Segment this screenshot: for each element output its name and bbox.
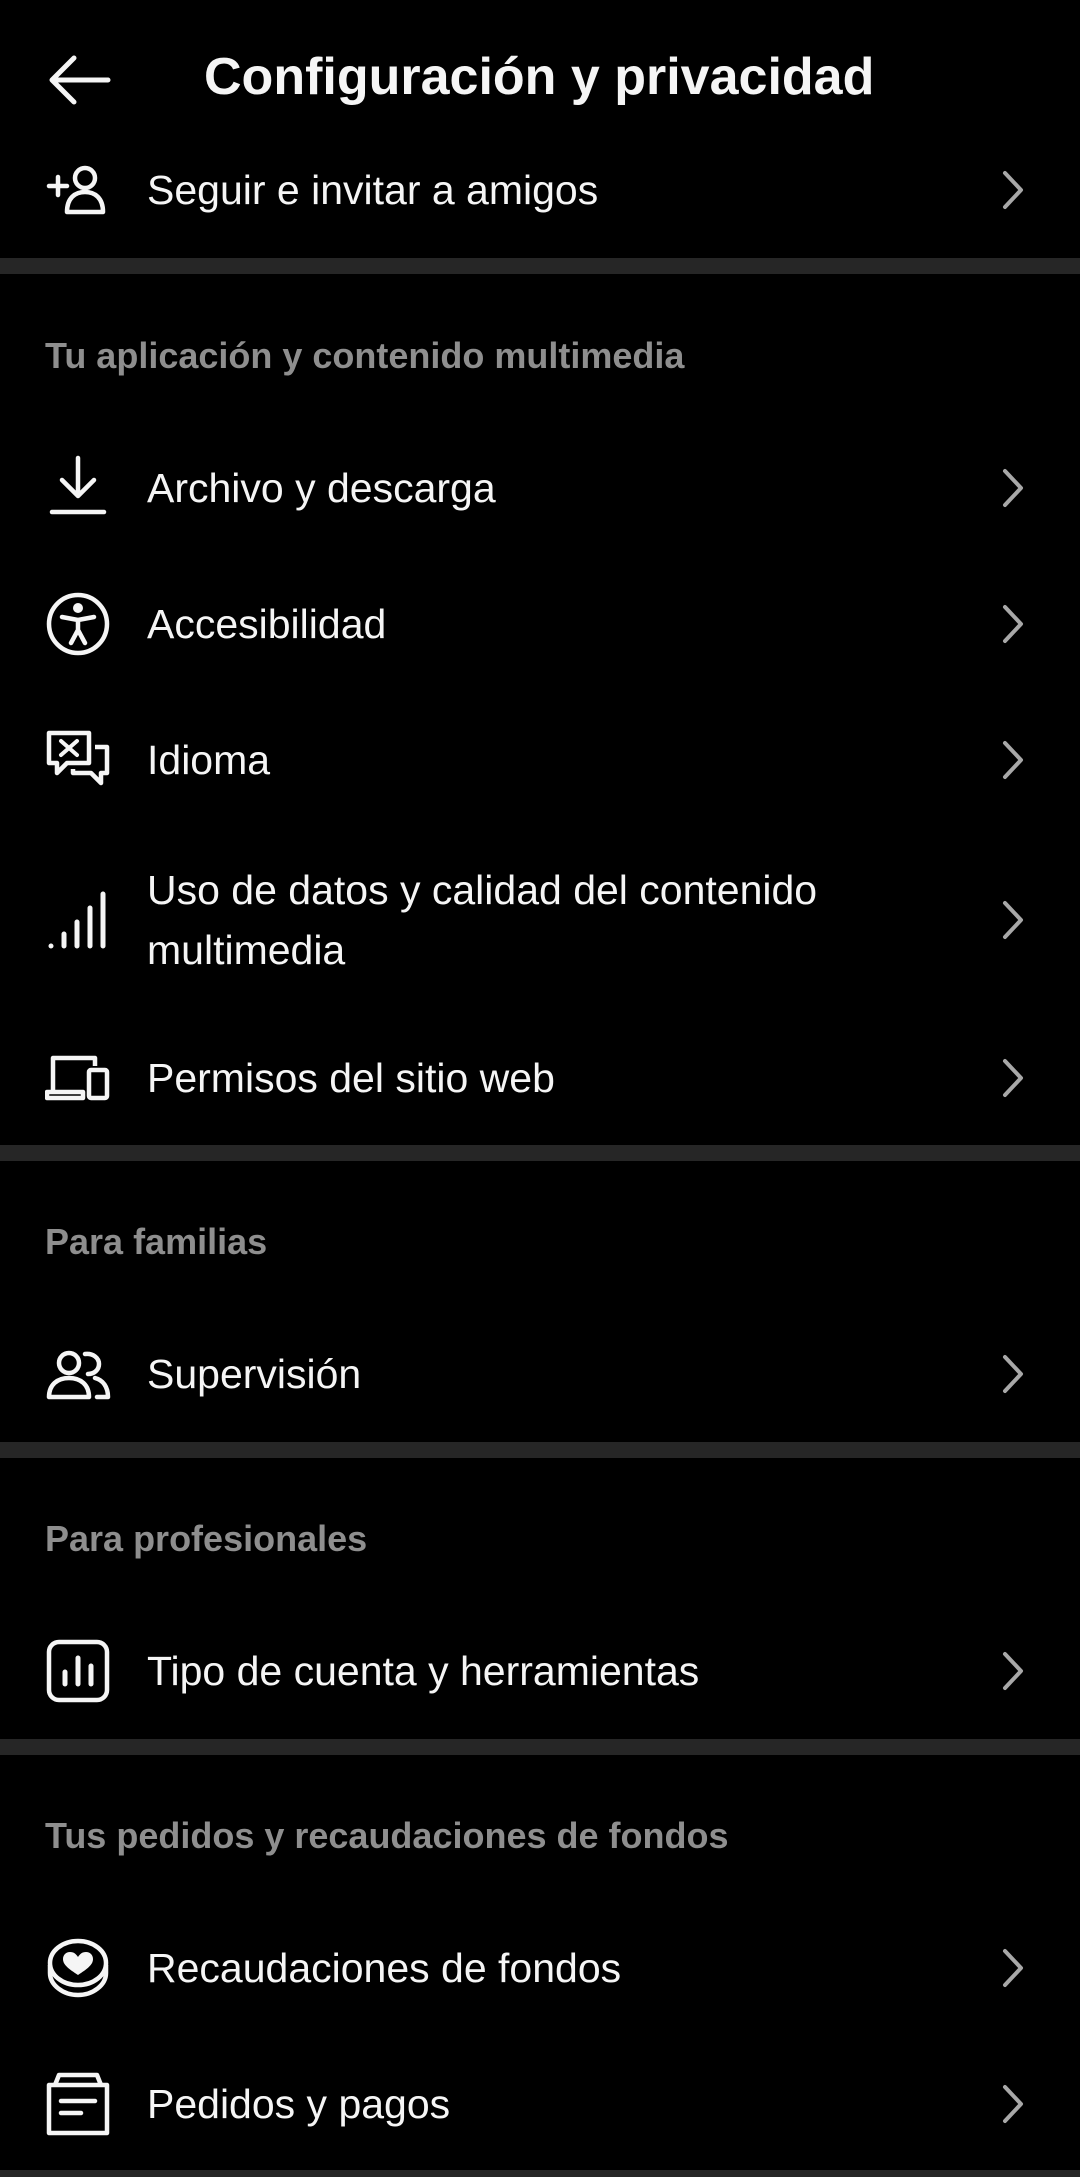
devices-icon bbox=[44, 1044, 112, 1112]
menu-item-label: Idioma bbox=[147, 737, 271, 783]
section-header: Para profesionales bbox=[45, 1518, 368, 1559]
menu-item-label: Tipo de cuenta y herramientas bbox=[147, 1648, 700, 1694]
menu-item-language[interactable]: Idioma bbox=[0, 728, 1080, 792]
page-title: Configuración y privacidad bbox=[204, 48, 875, 106]
menu-item-accessibility[interactable]: Accesibilidad bbox=[0, 592, 1080, 656]
top-bar: Configuración y privacidad bbox=[0, 0, 1080, 150]
menu-item-account-type-tools[interactable]: Tipo de cuenta y herramientas bbox=[0, 1639, 1080, 1703]
section-header: Para familias bbox=[45, 1221, 268, 1262]
section-divider bbox=[0, 258, 1080, 274]
bar-chart-icon bbox=[44, 1637, 112, 1705]
accessibility-icon bbox=[44, 590, 112, 658]
menu-item-orders-payments[interactable]: Pedidos y pagos bbox=[0, 2072, 1080, 2136]
menu-item-follow-invite[interactable]: Seguir e invitar a amigos bbox=[0, 158, 1080, 222]
signal-bars-icon bbox=[44, 886, 112, 954]
back-button[interactable] bbox=[30, 36, 126, 124]
menu-item-archive-download[interactable]: Archivo y descarga bbox=[0, 455, 1080, 520]
people-icon bbox=[44, 1340, 112, 1408]
menu-item-label: Supervisión bbox=[147, 1351, 362, 1397]
chevron-right-icon bbox=[996, 1350, 1030, 1398]
section-header: Tu aplicación y contenido multimedia bbox=[45, 335, 685, 376]
menu-item-label: Permisos del sitio web bbox=[147, 1055, 555, 1101]
section-divider bbox=[0, 1739, 1080, 1755]
menu-item-site-permissions[interactable]: Permisos del sitio web bbox=[0, 1046, 1080, 1110]
section-divider bbox=[0, 2170, 1080, 2177]
download-icon bbox=[44, 452, 112, 520]
chevron-right-icon bbox=[996, 896, 1030, 944]
arrow-left-icon bbox=[44, 54, 112, 106]
chevron-right-icon bbox=[996, 736, 1030, 784]
chevron-right-icon bbox=[996, 166, 1030, 214]
chevron-right-icon bbox=[996, 600, 1030, 648]
menu-item-fundraisers[interactable]: Recaudaciones de fondos bbox=[0, 1936, 1080, 2000]
menu-item-data-usage[interactable]: Uso de datos y calidad del contenido mul… bbox=[0, 858, 1080, 982]
menu-item-label: Pedidos y pagos bbox=[147, 2081, 451, 2127]
menu-item-label: Uso de datos y calidad del contenido mul… bbox=[147, 867, 818, 973]
menu-item-label: Archivo y descarga bbox=[147, 465, 496, 511]
menu-item-supervision[interactable]: Supervisión bbox=[0, 1342, 1080, 1406]
section-divider bbox=[0, 1145, 1080, 1161]
menu-item-label: Recaudaciones de fondos bbox=[147, 1945, 622, 1991]
heart-coin-icon bbox=[44, 1934, 112, 2002]
chevron-right-icon bbox=[996, 1054, 1030, 1102]
section-header: Tus pedidos y recaudaciones de fondos bbox=[45, 1815, 729, 1856]
section-divider bbox=[0, 1442, 1080, 1458]
menu-item-label: Accesibilidad bbox=[147, 601, 387, 647]
chevron-right-icon bbox=[996, 1647, 1030, 1695]
chevron-right-icon bbox=[996, 2080, 1030, 2128]
add-person-icon bbox=[44, 156, 112, 224]
chevron-right-icon bbox=[996, 1944, 1030, 1992]
receipt-icon bbox=[44, 2070, 112, 2138]
chevron-right-icon bbox=[996, 464, 1030, 512]
menu-item-label: Seguir e invitar a amigos bbox=[147, 167, 599, 213]
language-icon bbox=[44, 726, 112, 794]
